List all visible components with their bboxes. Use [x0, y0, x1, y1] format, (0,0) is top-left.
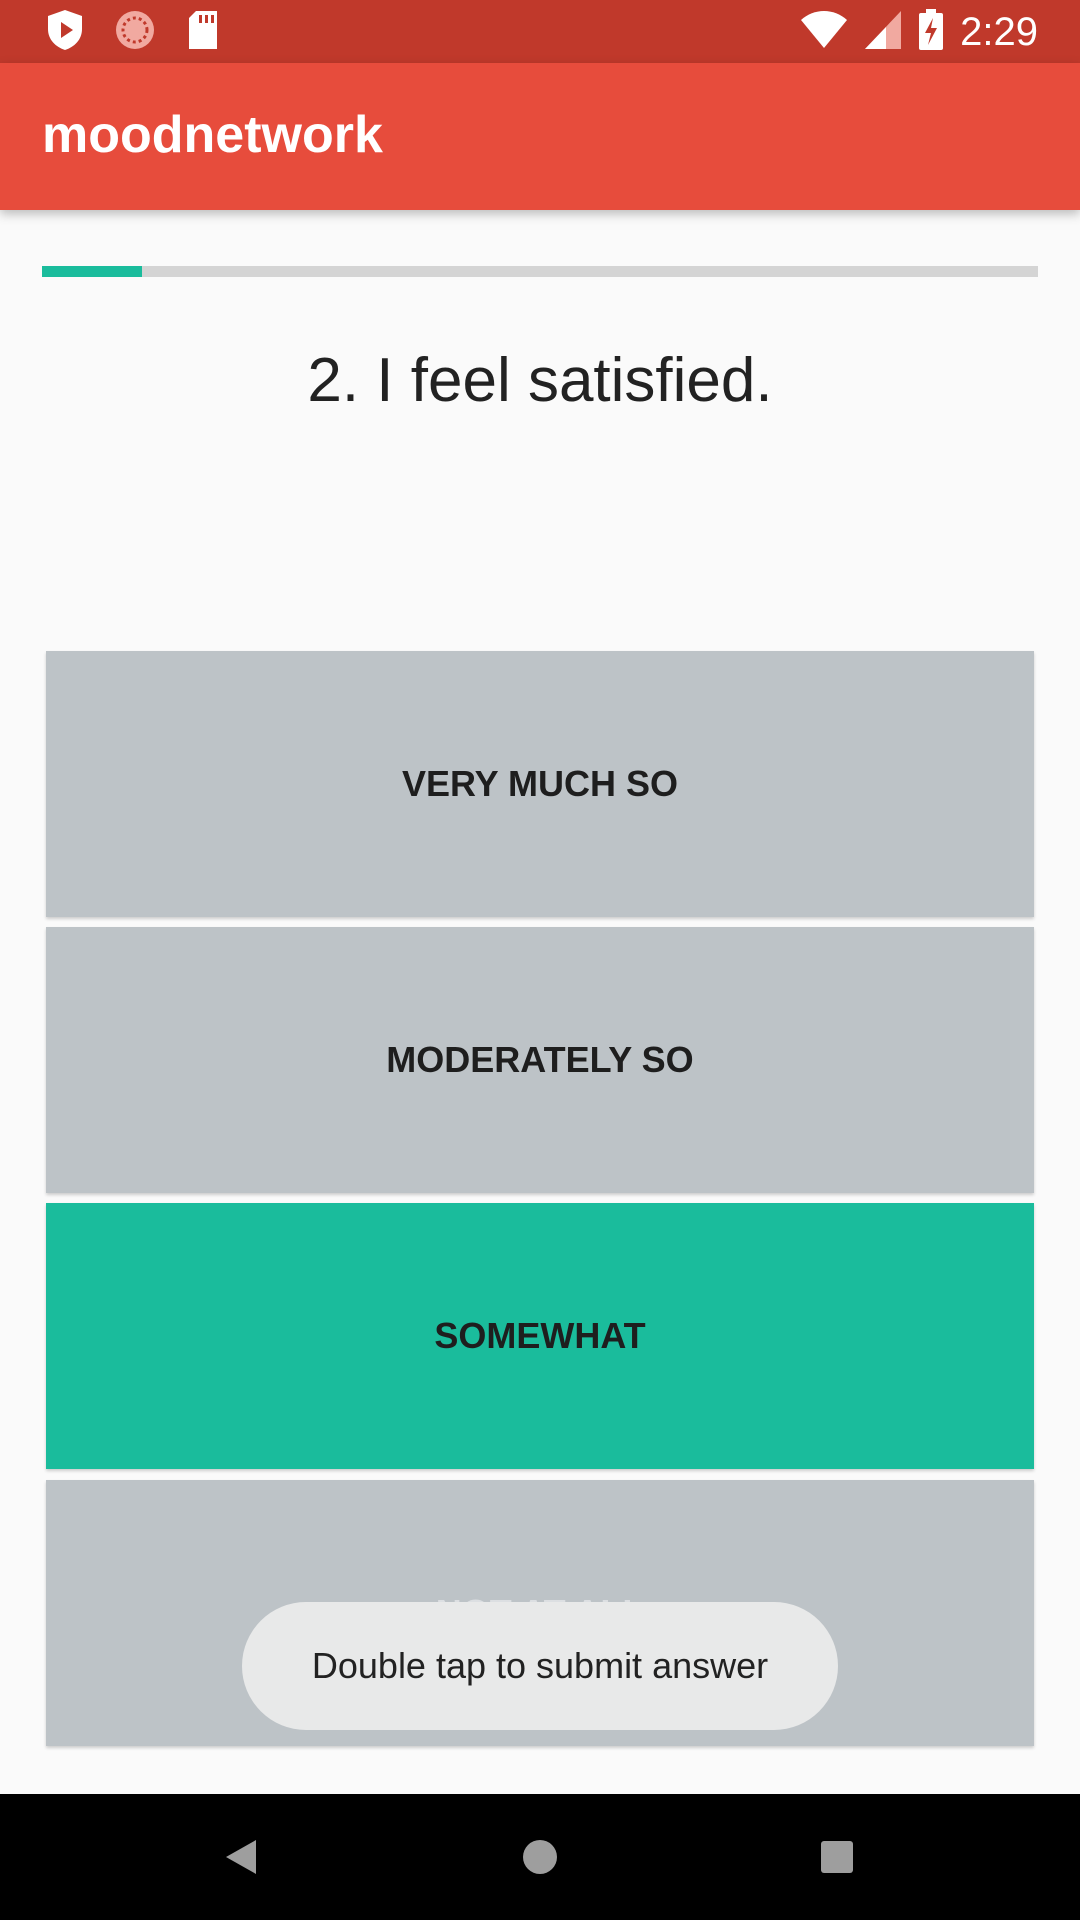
toast-text: Double tap to submit answer [311, 1645, 769, 1686]
answer-option-very-much-so[interactable]: VERY MUCH SO [46, 651, 1034, 917]
navigation-bar [0, 1794, 1080, 1920]
home-icon[interactable] [507, 1824, 573, 1890]
progress-fill [42, 266, 142, 277]
toast-message: Double tap to submit answer [242, 1602, 838, 1730]
answer-option-moderately-so[interactable]: MODERATELY SO [46, 927, 1034, 1193]
cell-signal-icon [864, 10, 902, 55]
app-title: moodnetwork [42, 106, 383, 164]
question-text: 2. I feel satisfied. [307, 346, 773, 415]
app-bar: moodnetwork [0, 63, 1080, 210]
sync-circle-icon [114, 9, 156, 56]
sd-card-icon [186, 10, 220, 55]
battery-charging-icon [918, 8, 944, 56]
status-bar: 2:29 [0, 0, 1080, 63]
status-time: 2:29 [960, 9, 1038, 54]
answer-label: SOMEWHAT [434, 1315, 646, 1356]
answer-label: MODERATELY SO [386, 1039, 694, 1080]
progress-bar [42, 266, 1038, 277]
play-shield-icon [46, 9, 84, 56]
answer-option-somewhat[interactable]: SOMEWHAT [46, 1203, 1034, 1469]
back-icon[interactable] [209, 1824, 275, 1890]
recents-icon[interactable] [804, 1824, 870, 1890]
wifi-icon [800, 10, 848, 55]
answer-label: VERY MUCH SO [401, 763, 679, 804]
